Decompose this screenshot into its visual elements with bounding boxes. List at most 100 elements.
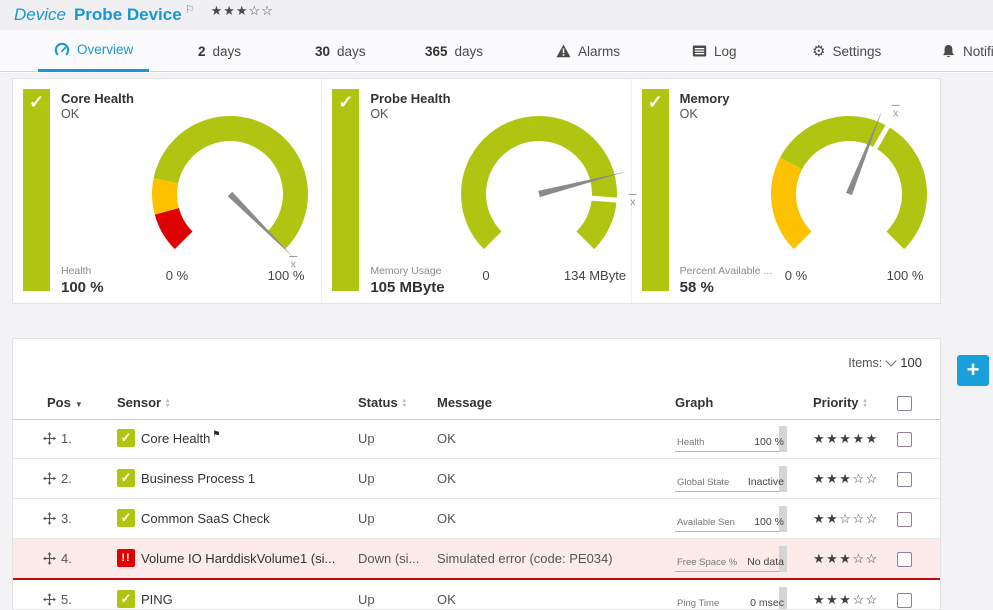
column-label: Priority [813,395,859,410]
gauge-channel-label: Health [61,265,91,277]
mini-graph[interactable]: Ping Time0 msec [675,587,787,610]
move-icon [43,593,56,606]
move-icon [43,432,56,445]
svg-text:0: 0 [483,268,490,283]
move-handle[interactable] [43,552,56,565]
row-checkbox[interactable] [897,593,912,608]
sensor-status: Up [358,419,375,458]
column-header-message[interactable]: Message [437,387,492,419]
tab-settings[interactable]: ⚙ Settings [812,30,881,72]
sensor-name-link[interactable]: Volume IO HarddiskVolume1 (si... [141,539,335,578]
tab-bar: Overview 2 days 30 days 365 days Alarms … [0,30,993,72]
graph-value: 100 % [754,516,784,528]
sensor-ok-icon: ✓ [117,590,135,608]
sensor-name-link[interactable]: Common SaaS Check [141,499,270,538]
mini-graph[interactable]: Health 100 % [675,426,787,452]
tab-overview[interactable]: Overview [38,30,149,72]
sensor-ok-icon: ✓ [117,429,135,447]
sensor-status: Up [358,580,375,610]
flag-outline-icon[interactable]: ⚐ [185,3,195,16]
priority-stars[interactable]: ★★★☆☆ [813,459,879,498]
sensor-name-link[interactable]: Core Health⚑ [141,419,220,458]
priority-stars[interactable]: ★★★☆☆ [813,539,879,578]
gauge-channel-value: 105 MByte [370,279,444,296]
table-body: 1. ✓ Core Health⚑ Up OK Health100 % ★★★★… [13,419,940,610]
row-position: 2. [61,459,72,498]
sensor-message: OK [437,499,456,538]
sensor-name: Common SaaS Check [141,511,270,526]
column-label: Sensor [117,395,161,410]
column-header-priority[interactable]: Priority▴▾ [813,387,867,419]
row-checkbox[interactable] [897,552,912,567]
row-position: 4. [61,539,72,578]
priority-stars[interactable]: ★★★☆☆ [813,580,879,610]
tab-alarms[interactable]: Alarms [556,30,620,72]
items-per-page[interactable]: Items: 100 [848,355,922,370]
table-row-core-health[interactable]: 1. ✓ Core Health⚑ Up OK Health100 % ★★★★… [13,419,940,459]
graph-channel: Free Space % [677,557,737,568]
sensor-ok-icon: ✓ [117,509,135,527]
sensor-name-link[interactable]: PING [141,580,173,610]
graph-channel: Health [677,437,704,448]
priority-stars[interactable]: ★★★★★ [813,419,879,458]
mini-graph[interactable]: Global StateInactive [675,466,787,492]
column-label: Message [437,395,492,410]
row-position: 5. [61,580,72,610]
gauge-status: OK [61,107,79,121]
sensor-name-link[interactable]: Business Process 1 [141,459,255,498]
log-icon [692,44,707,58]
alarm-warning-icon [556,44,571,58]
tab-30-days[interactable]: 30 days [315,30,366,72]
sensor-message: OK [437,580,456,610]
column-header-pos[interactable]: Pos▼ [47,387,83,421]
graph-value: 100 % [754,436,784,448]
sensor-message: OK [437,459,456,498]
gear-icon: ⚙ [812,44,825,59]
row-checkbox[interactable] [897,472,912,487]
table-row-ping[interactable]: 5. ✓ PING Up OK Ping Time0 msec ★★★☆☆ [13,580,940,610]
graph-value: No data [747,556,784,568]
status-ok-bar: ✓ [642,89,669,291]
mini-graph[interactable]: Available Sen100 % [675,506,787,532]
svg-text:100 %: 100 % [886,268,923,283]
sort-both-icon: ▴▾ [403,399,406,409]
tab-365-days[interactable]: 365 days [425,30,483,72]
tab-label: Log [714,44,737,59]
row-checkbox[interactable] [897,512,912,527]
table-row-volume-io-error[interactable]: 4. !! Volume IO HarddiskVolume1 (si... D… [13,539,940,580]
move-icon [43,512,56,525]
table-row-business-process[interactable]: 2. ✓ Business Process 1 Up OK Global Sta… [13,459,940,499]
tab-2-days[interactable]: 2 days [198,30,241,72]
add-button[interactable]: + [957,355,989,386]
svg-text:x: x [892,107,898,119]
gauge-status: OK [370,107,388,121]
sensor-status: Down (si... [358,539,419,578]
svg-text:0 %: 0 % [784,268,807,283]
flag-icon: ⚑ [212,429,220,439]
column-label: Status [358,395,398,410]
tab-number: 30 [315,44,330,59]
tab-log[interactable]: Log [692,30,737,72]
gauge-channel-value: 58 % [680,279,714,296]
move-handle[interactable] [43,432,56,445]
mini-graph[interactable]: Free Space % No data [675,546,787,572]
tab-label: days [213,44,242,59]
column-header-graph: Graph [675,387,713,419]
column-header-sensor[interactable]: Sensor ▴▾ [117,387,169,419]
priority-stars[interactable]: ★★☆☆☆ [813,499,879,538]
check-icon: ✓ [338,92,353,112]
move-handle[interactable] [43,512,56,525]
sensor-name: Volume IO HarddiskVolume1 (si... [141,551,335,566]
table-row-common-saas[interactable]: 3. ✓ Common SaaS Check Up OK Available S… [13,499,940,539]
row-checkbox[interactable] [897,432,912,447]
column-header-status[interactable]: Status ▴▾ [358,387,406,419]
tab-notifications[interactable]: Notifi [941,30,993,72]
priority-rating[interactable]: ★★★☆☆ [211,3,274,19]
move-handle[interactable] [43,472,56,485]
sensor-status: Up [358,499,375,538]
gauge-card-core-health: ✓ Core Health OK x0 %100 % Health 100 % [13,79,321,303]
sort-both-icon: ▴▾ [166,399,169,409]
move-handle[interactable] [43,593,56,606]
select-all-checkbox[interactable] [897,396,912,411]
tab-label: days [455,44,484,59]
